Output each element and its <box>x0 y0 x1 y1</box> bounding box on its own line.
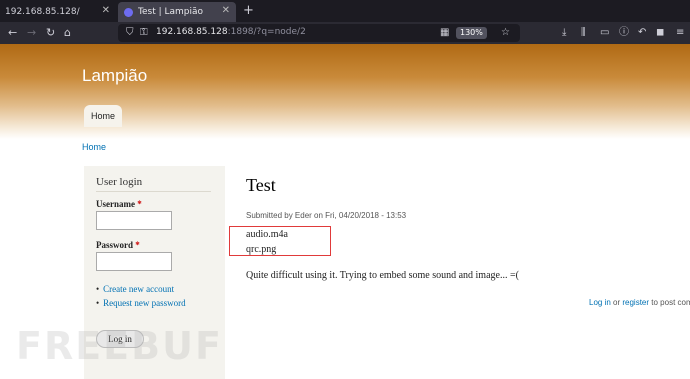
password-label: Password * <box>96 240 140 250</box>
register-link[interactable]: register <box>622 298 649 307</box>
url-host: 192.168.85.128 <box>156 27 228 37</box>
request-password-link[interactable]: • Request new password <box>96 298 186 308</box>
node-links: Log in or register to post com <box>589 298 690 307</box>
username-label: Username * <box>96 199 142 209</box>
required-mark: * <box>137 199 142 209</box>
attachment-item: audio.m4a <box>246 229 288 240</box>
library-icon[interactable]: ⫼ <box>581 26 586 40</box>
menu-icon[interactable]: ≡ <box>676 26 684 40</box>
tab-title: 192.168.85.128/ <box>5 7 80 17</box>
back-icon[interactable]: ← <box>8 25 17 41</box>
bullet: • <box>96 298 100 308</box>
forward-icon[interactable]: → <box>27 25 36 41</box>
password-label-text: Password <box>96 240 134 250</box>
downloads-icon[interactable]: ⤓ <box>562 26 566 40</box>
zoom-badge[interactable]: 130% <box>456 27 487 39</box>
bookmark-star-icon[interactable]: ☆ <box>501 26 510 40</box>
arrow-extension-icon[interactable]: ↶ <box>638 26 646 40</box>
attachment-item: qrc.png <box>246 244 277 255</box>
tab-bar: 192.168.85.128/ ✕ Test | Lampião ✕ + <box>0 0 690 22</box>
tab-inactive[interactable]: 192.168.85.128/ ✕ <box>0 2 116 22</box>
links-or: or <box>610 298 623 307</box>
shield-icon[interactable]: ⛉ <box>126 26 134 40</box>
page-content: Lampião Home Home User login Username * … <box>0 44 690 379</box>
close-tab-icon[interactable]: ✕ <box>222 5 230 16</box>
url-path: :1898/?q=node/2 <box>227 27 306 37</box>
node-body: Quite difficult using it. Trying to embe… <box>246 270 519 281</box>
url-bar[interactable]: ⛉ ⚿ 192.168.85.128:1898/?q=node/2 ▦ 130%… <box>118 24 520 42</box>
required-mark: * <box>135 240 140 250</box>
create-account-link[interactable]: • Create new account <box>96 284 174 294</box>
username-label-text: Username <box>96 199 135 209</box>
page-title: Test <box>246 175 276 195</box>
reader-icon[interactable]: ▭ <box>600 26 609 40</box>
reload-icon[interactable]: ↻ <box>46 25 55 41</box>
breadcrumb[interactable]: Home <box>82 142 106 152</box>
submitted-info: Submitted by Eder on Fri, 04/20/2018 - 1… <box>246 211 407 220</box>
tab-title: Test | Lampião <box>138 7 204 17</box>
create-account-text: Create new account <box>103 284 175 294</box>
links-suffix: to post com <box>649 298 690 307</box>
site-favicon-icon <box>124 7 133 17</box>
watermark: FREEBUF <box>16 324 223 368</box>
extension-info-icon[interactable]: ⓘ <box>619 26 629 40</box>
home-icon[interactable]: ⌂ <box>64 25 71 41</box>
site-name[interactable]: Lampião <box>82 66 147 86</box>
nav-home-tab[interactable]: Home <box>84 105 122 127</box>
close-tab-icon[interactable]: ✕ <box>102 5 110 16</box>
navigation-bar: ← → ↻ ⌂ ⛉ ⚿ 192.168.85.128:1898/?q=node/… <box>0 22 690 44</box>
login-link[interactable]: Log in <box>589 298 611 307</box>
extension-icon[interactable]: ◼ <box>656 26 664 40</box>
username-field[interactable] <box>96 211 172 230</box>
bullet: • <box>96 284 100 294</box>
password-field[interactable] <box>96 252 172 271</box>
url-text: 192.168.85.128:1898/?q=node/2 <box>156 27 306 37</box>
block-title: User login <box>96 176 211 192</box>
new-tab-button[interactable]: + <box>243 3 254 19</box>
tab-active[interactable]: Test | Lampião ✕ <box>118 2 236 22</box>
qr-code-icon[interactable]: ▦ <box>440 26 449 40</box>
page-info-icon[interactable]: ⚿ <box>140 26 148 40</box>
request-password-text: Request new password <box>103 298 186 308</box>
